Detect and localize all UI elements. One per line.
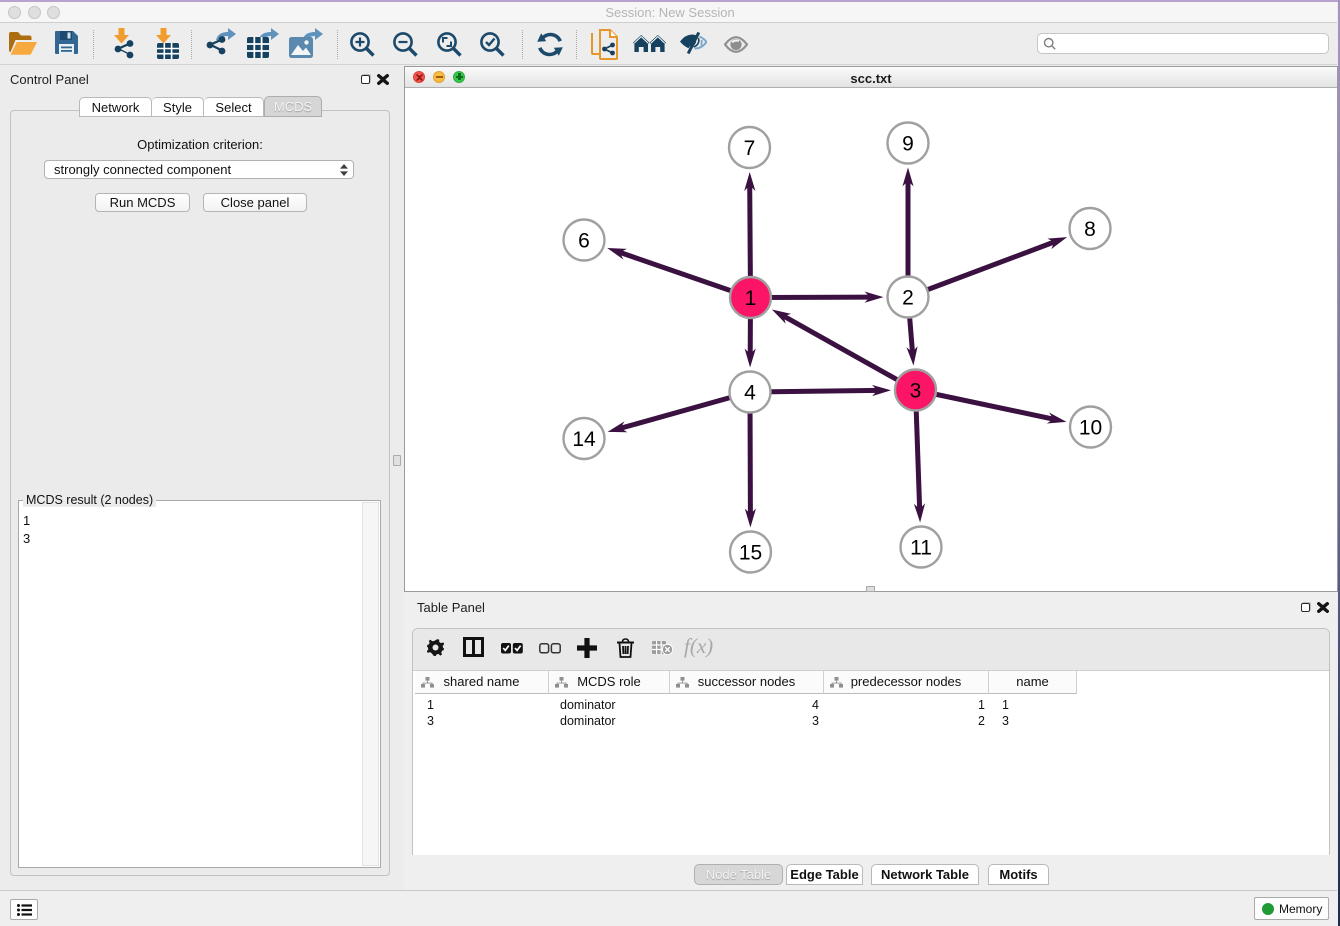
svg-text:10: 10	[1079, 417, 1102, 440]
svg-text:11: 11	[910, 537, 932, 560]
svg-text:9: 9	[902, 133, 914, 156]
svg-text:2: 2	[902, 287, 914, 310]
svg-text:14: 14	[572, 428, 596, 451]
svg-text:15: 15	[739, 542, 762, 565]
svg-text:8: 8	[1084, 218, 1096, 241]
svg-text:7: 7	[744, 137, 756, 160]
svg-text:4: 4	[744, 382, 756, 405]
svg-text:1: 1	[745, 287, 757, 310]
svg-text:6: 6	[578, 230, 590, 253]
svg-text:3: 3	[910, 380, 922, 403]
